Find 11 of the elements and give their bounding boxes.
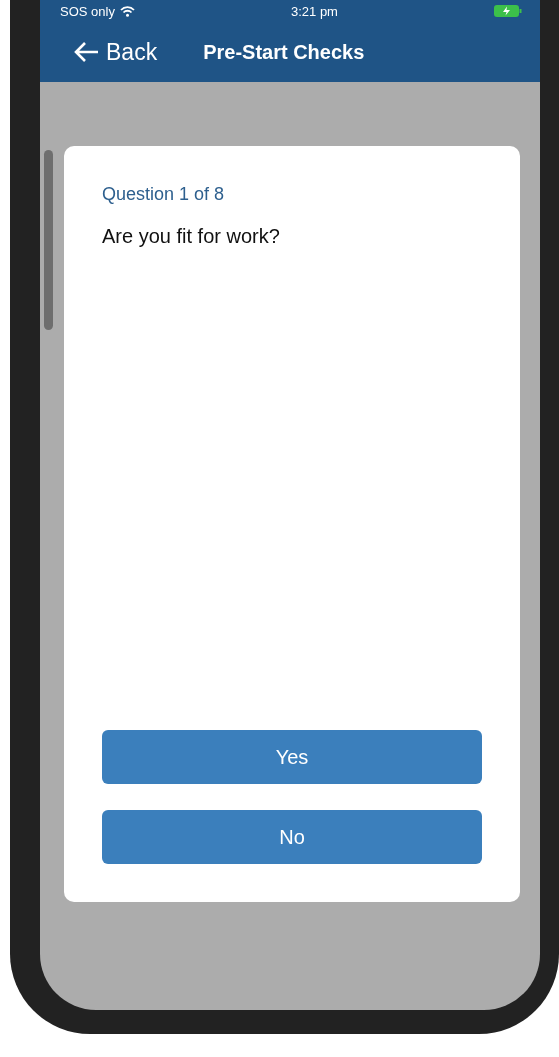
carrier-text: SOS only <box>60 3 115 19</box>
clock-text: 3:21 pm <box>290 3 338 19</box>
screen-title: Pre-Start Checks <box>203 40 365 64</box>
wifi-icon <box>119 5 135 17</box>
back-arrow-icon <box>74 41 100 63</box>
answer-button[interactable]: Yes <box>102 730 482 784</box>
answer-button[interactable]: No <box>102 810 482 864</box>
question-counter: Question 1 of 8 <box>102 184 226 205</box>
back-button[interactable]: Back <box>74 38 158 66</box>
question-text: Are you fit for work? <box>102 225 281 248</box>
battery-charging-icon <box>494 5 522 17</box>
